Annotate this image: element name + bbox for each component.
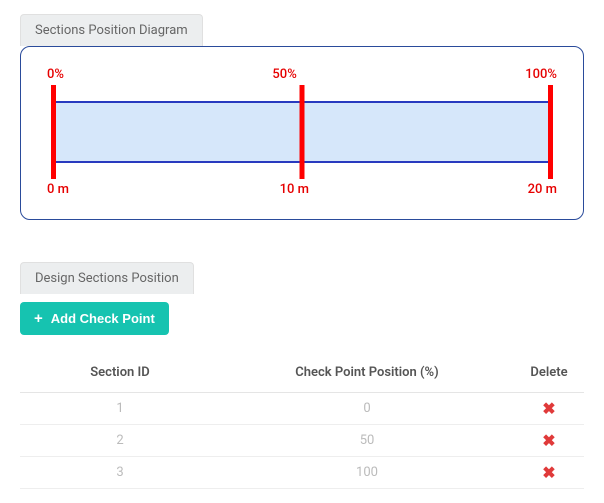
- percent-right: 100%: [525, 67, 557, 82]
- tick-mid: [300, 85, 305, 179]
- percent-labels: 0% 50% 100%: [47, 67, 557, 82]
- distance-labels: 0 m 10 m 20 m: [47, 182, 557, 197]
- cell-pos: 0: [220, 393, 514, 425]
- tick-right: [548, 85, 553, 179]
- tick-left: [51, 85, 56, 179]
- delete-icon[interactable]: ✖: [542, 463, 555, 482]
- plus-icon: +: [34, 311, 43, 326]
- distance-right: 20 m: [528, 182, 557, 197]
- distance-mid: 10 m: [65, 182, 524, 197]
- cell-id: 2: [20, 425, 220, 457]
- design-section: Design Sections Position + Add Check Poi…: [20, 262, 584, 489]
- col-section-id: Section ID: [20, 353, 220, 393]
- add-check-point-button[interactable]: + Add Check Point: [20, 302, 169, 335]
- beam-chart: [47, 85, 557, 179]
- col-delete: Delete: [514, 353, 584, 393]
- table-row: 2 50 ✖: [20, 425, 584, 457]
- add-button-label: Add Check Point: [51, 311, 155, 326]
- cell-pos: 50: [220, 425, 514, 457]
- percent-mid: 50%: [54, 67, 515, 82]
- delete-icon[interactable]: ✖: [542, 399, 555, 418]
- tab-diagram[interactable]: Sections Position Diagram: [20, 14, 203, 46]
- table-row: 1 0 ✖: [20, 393, 584, 425]
- cell-id: 1: [20, 393, 220, 425]
- sections-table: Section ID Check Point Position (%) Dele…: [20, 353, 584, 489]
- tab-design[interactable]: Design Sections Position: [20, 262, 194, 294]
- table-row: 3 100 ✖: [20, 457, 584, 489]
- cell-pos: 100: [220, 457, 514, 489]
- delete-icon[interactable]: ✖: [542, 431, 555, 450]
- col-position: Check Point Position (%): [220, 353, 514, 393]
- diagram-section: Sections Position Diagram 0% 50% 100% 0 …: [20, 14, 584, 220]
- cell-id: 3: [20, 457, 220, 489]
- diagram-card: 0% 50% 100% 0 m 10 m 20 m: [20, 46, 584, 220]
